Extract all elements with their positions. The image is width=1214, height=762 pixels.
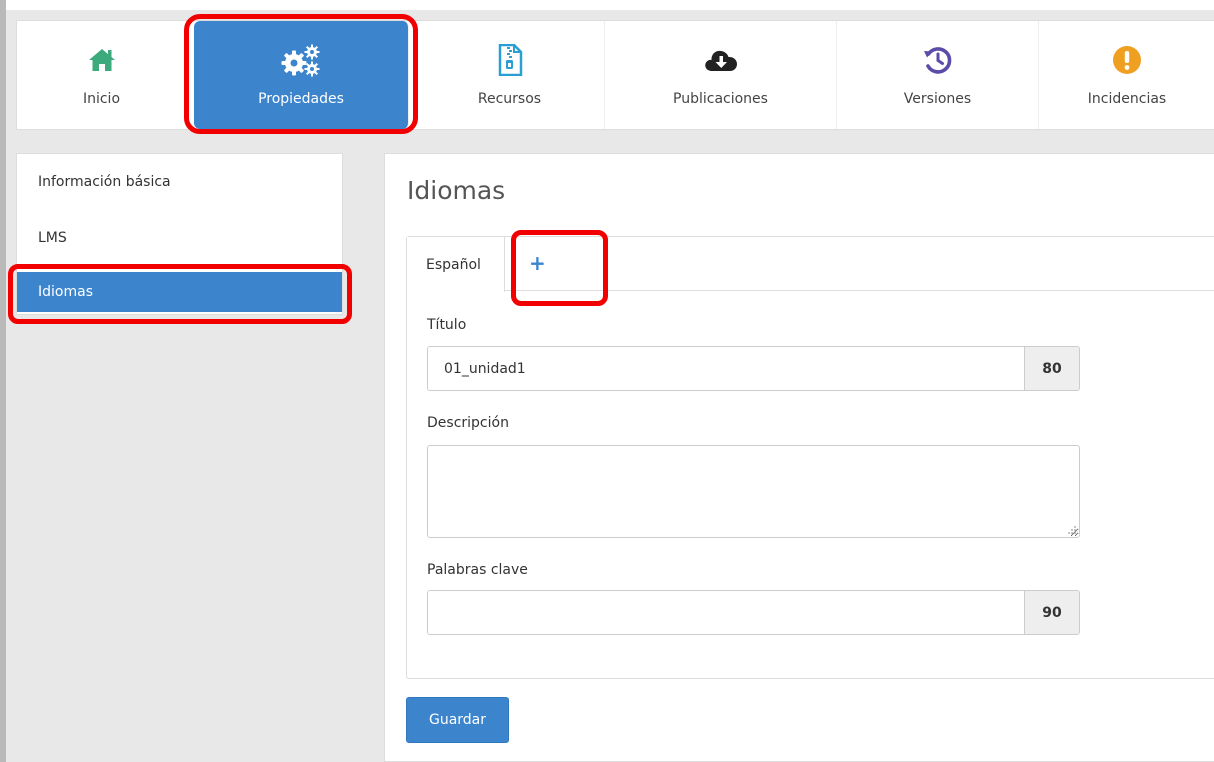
window-left-edge bbox=[0, 0, 6, 762]
cloud-download-icon bbox=[703, 43, 739, 77]
titulo-input[interactable] bbox=[428, 347, 1024, 390]
resize-grip-icon[interactable] bbox=[1067, 525, 1077, 535]
nav-item-label: Propiedades bbox=[258, 91, 344, 107]
language-panel: Español + Título 80 Descripción Palabras… bbox=[406, 236, 1214, 679]
palabras-clave-input[interactable] bbox=[428, 591, 1024, 634]
main-content: Idiomas Español + Título 80 Descripción … bbox=[384, 153, 1214, 762]
nav-item-label: Incidencias bbox=[1087, 91, 1167, 107]
tab-espanol[interactable]: Español bbox=[407, 237, 505, 292]
nav-item-label: Recursos bbox=[477, 91, 542, 107]
nav-item-incidencias[interactable]: Incidencias bbox=[1039, 21, 1214, 129]
nav-item-versiones[interactable]: Versiones bbox=[837, 21, 1039, 129]
sidebar-item-lms[interactable]: LMS bbox=[17, 218, 342, 258]
descripcion-label: Descripción bbox=[427, 415, 509, 431]
nav-item-label: Publicaciones bbox=[673, 91, 768, 107]
home-icon bbox=[87, 43, 117, 77]
titulo-label: Título bbox=[427, 317, 467, 333]
sidebar: Información básica LMS Idiomas bbox=[16, 153, 343, 315]
nav-item-label: Versiones bbox=[903, 91, 972, 107]
palabras-clave-label: Palabras clave bbox=[427, 562, 528, 578]
palabras-clave-char-count: 90 bbox=[1024, 591, 1079, 634]
add-language-tab[interactable]: + bbox=[529, 237, 569, 291]
palabras-clave-input-group: 90 bbox=[427, 590, 1080, 635]
exclamation-circle-icon bbox=[1112, 43, 1142, 77]
gears-icon bbox=[279, 43, 323, 77]
titulo-input-group: 80 bbox=[427, 346, 1080, 391]
nav-item-publicaciones[interactable]: Publicaciones bbox=[605, 21, 837, 129]
save-button[interactable]: Guardar bbox=[406, 697, 509, 743]
sidebar-item-idiomas[interactable]: Idiomas bbox=[17, 272, 342, 312]
window-top-edge bbox=[6, 0, 1214, 10]
language-tabs: Español + bbox=[407, 237, 1214, 292]
page-title: Idiomas bbox=[407, 176, 506, 205]
titulo-char-count: 80 bbox=[1024, 347, 1079, 390]
nav-item-propiedades[interactable]: Propiedades bbox=[194, 21, 409, 129]
top-nav: Inicio Propiedades Recursos Publicacione… bbox=[16, 20, 1214, 130]
nav-item-recursos[interactable]: Recursos bbox=[415, 21, 605, 129]
nav-item-inicio[interactable]: Inicio bbox=[17, 21, 187, 129]
zip-file-icon bbox=[497, 43, 523, 77]
sidebar-item-informacion-basica[interactable]: Información básica bbox=[17, 162, 342, 202]
descripcion-textarea[interactable] bbox=[427, 445, 1080, 538]
nav-item-label: Inicio bbox=[82, 91, 121, 107]
history-icon bbox=[923, 43, 953, 77]
